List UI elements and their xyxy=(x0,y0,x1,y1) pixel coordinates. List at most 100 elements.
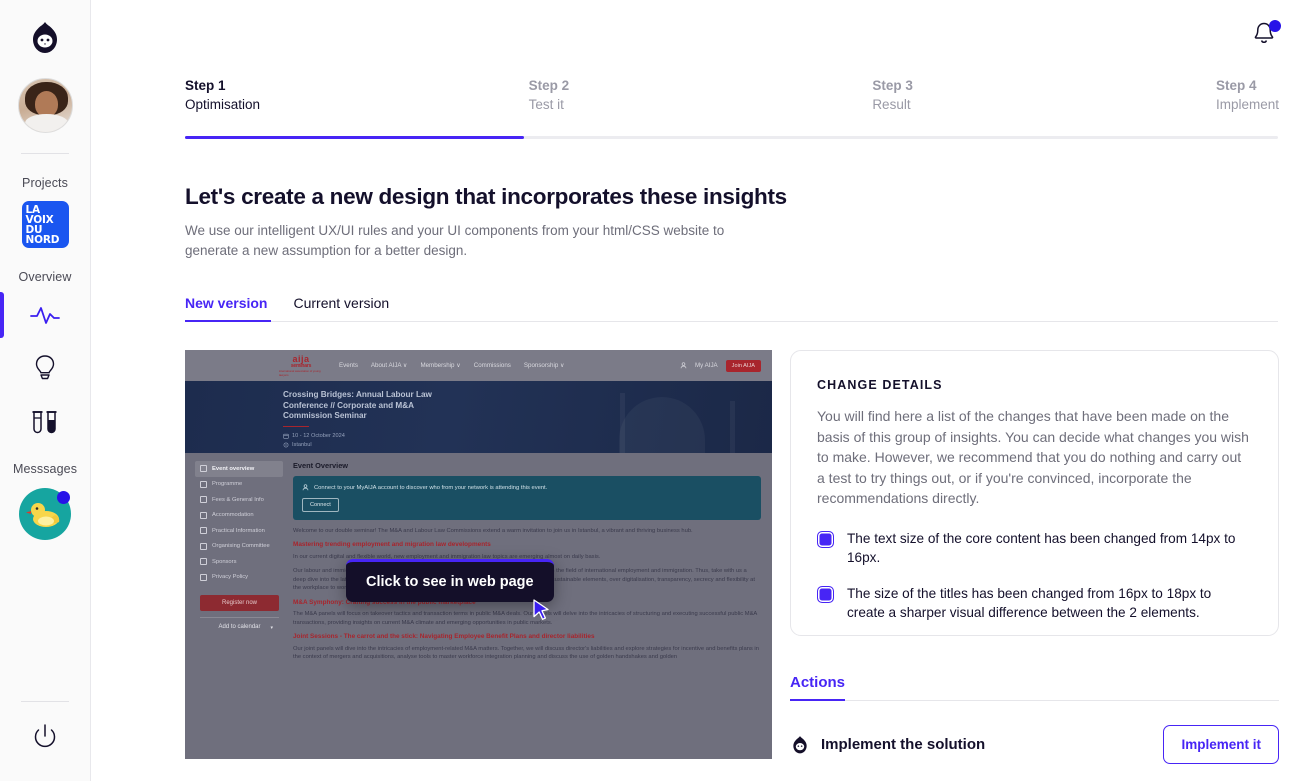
preview-nav-about[interactable]: About AIJA ∨ xyxy=(371,362,408,369)
change-item-1-label: The text size of the core content has be… xyxy=(847,530,1236,565)
preview-menu-programme[interactable]: Programme xyxy=(195,477,283,493)
messages-label: Messsages xyxy=(12,462,78,476)
change-details-list: The text size of the core content has be… xyxy=(817,529,1252,622)
left-sidebar: Projects LA VOIX DU NORD Overview Messsa… xyxy=(0,0,91,781)
click-to-see-tooltip[interactable]: Click to see in web page xyxy=(346,559,554,602)
actions-title: Actions xyxy=(790,674,846,691)
preview-nav-items: Events About AIJA ∨ Membership ∨ Commiss… xyxy=(339,362,565,369)
sidebar-divider-top xyxy=(21,153,69,154)
preview-hero: Crossing Bridges: Annual Labour Law Conf… xyxy=(185,381,772,453)
event-icon xyxy=(200,465,207,473)
preview-menu-practical-info[interactable]: Practical Information xyxy=(195,523,283,539)
change-item-2-checkbox[interactable] xyxy=(817,585,834,603)
privacy-icon xyxy=(200,573,207,581)
programme-icon xyxy=(200,480,207,488)
notification-bell-button[interactable] xyxy=(1251,20,1281,52)
sidebar-item-activity[interactable] xyxy=(0,292,65,338)
step-4[interactable]: Step 4 Implement xyxy=(1216,76,1279,114)
change-item-1-checkbox[interactable] xyxy=(817,530,834,548)
content-split: aija seminars international association … xyxy=(185,350,1279,764)
preview-my-aija[interactable]: My AIJA xyxy=(695,362,718,369)
location-pin-icon xyxy=(283,442,289,448)
preview-page: aija seminars international association … xyxy=(185,350,772,759)
preview-navbar: aija seminars international association … xyxy=(185,350,772,381)
website-preview[interactable]: aija seminars international association … xyxy=(185,350,772,759)
fees-icon xyxy=(200,496,207,504)
step-1-name: Optimisation xyxy=(185,97,261,112)
step-3[interactable]: Step 3 Result xyxy=(872,76,1216,114)
preview-hero-title: Crossing Bridges: Annual Labour Law Conf… xyxy=(283,390,432,420)
change-item-2[interactable]: The size of the titles has been changed … xyxy=(817,584,1252,622)
notification-dot xyxy=(1269,20,1281,32)
activity-pulse-icon xyxy=(30,307,60,324)
step-1-number: Step 1 xyxy=(185,78,226,93)
person-icon xyxy=(680,362,687,369)
preview-menu-event-overview[interactable]: Event overview xyxy=(195,461,283,477)
page-title: Let's create a new design that incorpora… xyxy=(185,184,787,209)
preview-connect-text: Connect to your MyAIJA account to discov… xyxy=(302,484,752,491)
main-area: Step 1 Optimisation Step 2 Test it Step … xyxy=(91,0,1313,781)
sidebar-item-insights[interactable] xyxy=(25,352,65,386)
flame-cat-logo-icon xyxy=(793,735,807,753)
preview-menu-fees[interactable]: Fees & General Info xyxy=(195,492,283,508)
practical-info-icon xyxy=(200,527,207,535)
preview-register-button[interactable]: Register now xyxy=(200,595,279,611)
actions-header: Actions xyxy=(790,674,1279,701)
projects-label: Projects xyxy=(22,176,68,190)
person-icon xyxy=(302,484,309,491)
step-2-name: Test it xyxy=(528,97,564,112)
tab-active-indicator xyxy=(185,319,271,322)
preview-join-button[interactable]: Join AIJA xyxy=(725,359,761,372)
preview-connect-button[interactable]: Connect xyxy=(302,498,339,512)
preview-menu-organising-committee[interactable]: Organising Committee xyxy=(195,539,283,555)
preview-sidebar-menu: Event overview Programme Fees & General … xyxy=(185,461,283,759)
chevron-down-icon: ▾ xyxy=(270,625,273,631)
action-label-implement: Implement the solution xyxy=(821,736,986,753)
avatar[interactable] xyxy=(17,78,73,133)
tab-current-version[interactable]: Current version xyxy=(293,295,389,322)
preview-menu-accommodation[interactable]: Accommodation xyxy=(195,508,283,524)
preview-menu-privacy-policy[interactable]: Privacy Policy xyxy=(195,570,283,586)
calendar-icon xyxy=(283,434,289,439)
sponsors-icon xyxy=(200,558,207,566)
step-2[interactable]: Step 2 Test it xyxy=(529,76,873,114)
sidebar-divider-bottom xyxy=(21,701,69,702)
step-4-number: Step 4 xyxy=(1215,78,1257,93)
active-indicator-bar xyxy=(0,292,4,338)
overview-label: Overview xyxy=(18,270,72,284)
flame-cat-logo-icon[interactable] xyxy=(27,20,63,56)
preview-section3-p1: Our joint panels will dive into the intr… xyxy=(293,645,759,661)
hero-rule xyxy=(283,425,309,427)
preview-section1-title: Mastering trending employment and migrat… xyxy=(293,541,491,549)
implement-it-button[interactable]: Implement it xyxy=(1163,725,1279,764)
aija-logo: aija seminars international association … xyxy=(279,354,323,377)
app-root: Projects LA VOIX DU NORD Overview Messsa… xyxy=(0,0,1313,781)
version-tabs: New version Current version xyxy=(185,295,1278,322)
power-icon xyxy=(34,724,56,748)
preview-menu-sponsors[interactable]: Sponsors xyxy=(195,554,283,570)
aija-logo-line3: international association of young lawye… xyxy=(279,368,321,377)
preview-nav-events[interactable]: Events xyxy=(339,362,358,369)
tabs-underline xyxy=(185,321,1278,322)
preview-connect-banner: Connect to your MyAIJA account to discov… xyxy=(293,476,761,520)
right-column: CHANGE DETAILS You will find here a list… xyxy=(790,350,1279,764)
preview-content-heading: Event Overview xyxy=(293,461,349,470)
step-4-name: Implement xyxy=(1215,97,1279,112)
step-2-number: Step 2 xyxy=(528,78,570,93)
sidebar-item-experiments[interactable] xyxy=(25,406,65,440)
change-details-card: CHANGE DETAILS You will find here a list… xyxy=(790,350,1279,636)
preview-add-to-calendar[interactable]: Add to calendar ▾ xyxy=(200,617,279,631)
preview-nav-commissions[interactable]: Commissions xyxy=(474,362,511,369)
preview-nav-right: My AIJA Join AIJA xyxy=(680,359,761,372)
step-3-name: Result xyxy=(872,97,911,112)
actions-active-indicator xyxy=(790,698,845,701)
tab-new-version[interactable]: New version xyxy=(185,295,267,322)
power-button[interactable] xyxy=(30,722,60,757)
preview-nav-membership[interactable]: Membership ∨ xyxy=(420,362,460,369)
preview-nav-sponsorship[interactable]: Sponsorship ∨ xyxy=(524,362,565,369)
step-1[interactable]: Step 1 Optimisation xyxy=(185,76,529,114)
messages-notification-dot xyxy=(57,491,70,504)
messages-duck-avatar[interactable] xyxy=(19,488,71,540)
project-logo-la-voix-du-nord[interactable]: LA VOIX DU NORD xyxy=(21,201,69,248)
change-item-1[interactable]: The text size of the core content has be… xyxy=(817,529,1252,567)
